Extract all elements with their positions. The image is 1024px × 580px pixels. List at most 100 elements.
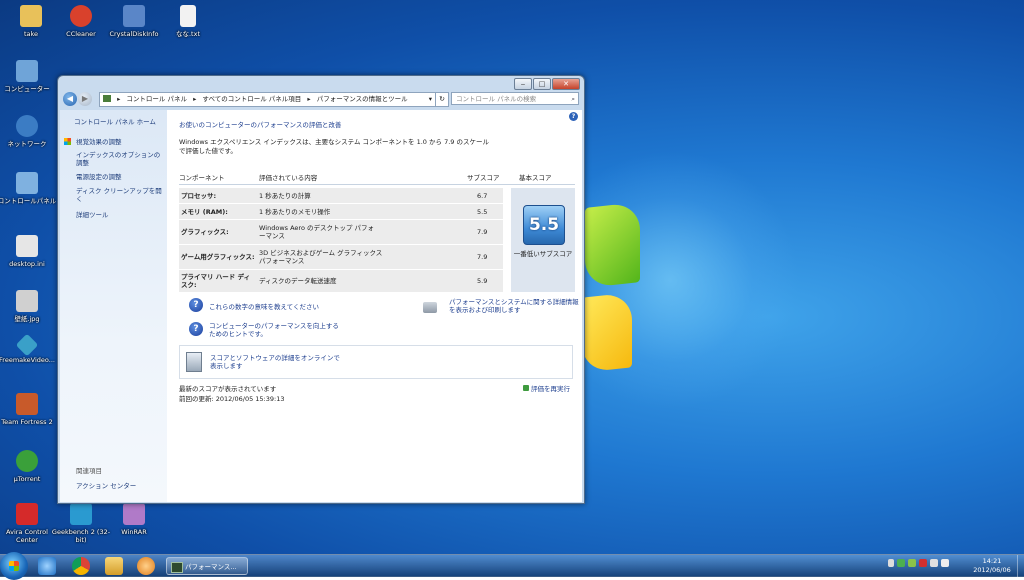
nav-visual-effects[interactable]: 視覚効果の調整: [76, 138, 166, 146]
desktop-icon-text-file[interactable]: なな.txt: [157, 5, 219, 38]
breadcrumb-sep-2[interactable]: ▸: [307, 95, 310, 103]
folder-icon: [20, 5, 42, 27]
help-icon[interactable]: ?: [569, 112, 578, 121]
component-name: プライマリ ハード ディスク:: [181, 273, 251, 289]
close-button[interactable]: ✕: [552, 78, 580, 90]
clock-time: 14:21: [982, 557, 1002, 565]
desktop-icon-freemake[interactable]: FreemakeVideo...: [0, 333, 58, 364]
desktop-icon-desktop-ini[interactable]: desktop.ini: [0, 235, 58, 268]
table-row: メモリ (RAM): 1 秒あたりのメモリ操作 5.5: [179, 204, 503, 220]
minimize-button[interactable]: ‒: [514, 78, 532, 90]
tray-update-icon[interactable]: [908, 559, 916, 567]
system-tray: [888, 559, 952, 567]
question-icon: ?: [189, 298, 203, 312]
subscore-value: 7.9: [477, 228, 488, 236]
rerun-label: 評価を再実行: [531, 385, 570, 393]
window-controls: ‒ □ ✕: [513, 78, 580, 90]
refresh-button[interactable]: ↻: [435, 92, 449, 107]
windows-logo-green-pane: [585, 202, 640, 288]
page-title: お使いのコンピューターのパフォーマンスの評価と改善: [179, 121, 342, 129]
rating-description: 1 秒あたりのメモリ操作: [259, 208, 331, 216]
window-body: コントロール パネル ホーム 視覚効果の調整 インデックスのオプションの調整 電…: [60, 110, 582, 502]
see-also-title: 関連項目: [76, 467, 102, 475]
desktop-icon-utorrent[interactable]: µTorrent: [0, 450, 58, 483]
desktop-icon-network[interactable]: ネットワーク: [0, 115, 58, 148]
subscore-value: 6.7: [477, 192, 488, 200]
windows-flag-icon: [9, 561, 19, 571]
network-tray-icon[interactable]: [930, 559, 938, 567]
rerun-assessment-link[interactable]: 評価を再実行: [523, 385, 570, 393]
internet-explorer-icon[interactable]: [38, 557, 56, 575]
forward-button[interactable]: ▶: [78, 92, 92, 106]
back-button[interactable]: ◀: [63, 92, 77, 106]
volume-icon[interactable]: [941, 559, 949, 567]
text-file-icon: [180, 5, 196, 27]
address-bar[interactable]: ▸ コントロール パネル ▸ すべてのコントロール パネル項目 ▸ パフォーマン…: [99, 92, 439, 107]
page-description: Windows エクスペリエンス インデックスは、主要なシステム コンポーネント…: [179, 138, 489, 155]
score-status-text: 最新のスコアが表示されています: [179, 385, 277, 393]
desktop-icon-winrar[interactable]: WinRAR: [103, 503, 165, 536]
nav-action-center[interactable]: アクション センター: [76, 482, 166, 490]
search-input[interactable]: コントロール パネルの検索 ⌕: [451, 92, 579, 105]
tf2-icon: [16, 393, 38, 415]
column-header-rating: 評価されている内容: [259, 174, 318, 182]
avira-icon: [16, 503, 38, 525]
maximize-button[interactable]: □: [533, 78, 551, 90]
desktop-icon-computer[interactable]: コンピューター: [0, 60, 58, 93]
breadcrumb-control-panel[interactable]: コントロール パネル: [126, 95, 187, 103]
printer-icon: [423, 302, 437, 313]
desktop-icon-wallpaper[interactable]: 壁紙.jpg: [0, 290, 58, 323]
image-file-icon: [16, 290, 38, 312]
computer-icon: [16, 60, 38, 82]
left-nav-pane: コントロール パネル ホーム 視覚効果の調整 インデックスのオプションの調整 電…: [60, 110, 167, 502]
online-details-box: スコアとソフトウェアの詳細をオンラインで表示します: [179, 345, 573, 379]
nav-disk-cleanup[interactable]: ディスク クリーンアップを開く: [76, 187, 164, 203]
breadcrumb-sep-1[interactable]: ▸: [193, 95, 196, 103]
print-details-link[interactable]: パフォーマンスとシステムに関する詳細情報を表示および印刷します: [449, 298, 579, 314]
tray-app-icon[interactable]: [897, 559, 905, 567]
address-dropdown[interactable]: ▾: [429, 93, 432, 106]
scores-meaning-link[interactable]: これらの数字の意味を教えてください: [209, 303, 319, 311]
subscore-value: 5.9: [477, 277, 488, 285]
desktop-icon-control-panel[interactable]: コントロールパネル: [0, 172, 58, 205]
breadcrumb-all-items[interactable]: すべてのコントロール パネル項目: [202, 95, 301, 103]
avira-tray-icon[interactable]: [919, 559, 927, 567]
nav-control-panel-home[interactable]: コントロール パネル ホーム: [74, 118, 164, 126]
explorer-folder-icon[interactable]: [105, 557, 123, 575]
freemake-icon: [15, 333, 39, 357]
question-icon: ?: [189, 322, 203, 336]
desktop-icon-crystaldiskinfo[interactable]: CrystalDiskInfo: [103, 5, 165, 38]
desktop-icon-team-fortress[interactable]: Team Fortress 2: [0, 393, 58, 426]
windows-logo-yellow-pane: [582, 292, 632, 373]
table-row: ゲーム用グラフィックス: 3D ビジネスおよびゲーム グラフィックスパフォーマン…: [179, 245, 503, 270]
taskbar-item-performance[interactable]: パフォーマンス...: [166, 557, 248, 575]
tray-expand-icon[interactable]: [888, 559, 894, 567]
subscore-value: 7.9: [477, 253, 488, 261]
utorrent-icon: [16, 450, 38, 472]
rating-description: 3D ビジネスおよびゲーム グラフィックスパフォーマンス: [259, 249, 383, 265]
nav-power-settings[interactable]: 電源設定の調整: [76, 173, 166, 181]
performance-tips-link[interactable]: コンピューターのパフォーマンスを向上するためのヒントです。: [209, 322, 339, 338]
geekbench-icon: [70, 503, 92, 525]
nav-indexing-options[interactable]: インデックスのオプションの調整: [76, 151, 162, 167]
window-titlebar[interactable]: ‒ □ ✕: [58, 76, 584, 90]
table-row: プライマリ ハード ディスク: ディスクのデータ転送速度 5.9: [179, 270, 503, 293]
search-placeholder: コントロール パネルの検索: [456, 95, 537, 103]
show-desktop-button[interactable]: [1017, 555, 1024, 577]
disk-icon: [123, 5, 145, 27]
table-row: グラフィックス: Windows Aero のデスクトップ パフォーマンス 7.…: [179, 220, 503, 245]
column-header-base-score: 基本スコア: [519, 174, 552, 182]
taskbar-clock[interactable]: 14:21 2012/06/06: [968, 557, 1016, 575]
chrome-icon[interactable]: [72, 557, 90, 575]
control-panel-icon: [16, 172, 38, 194]
nav-advanced-tools[interactable]: 詳細ツール: [76, 211, 166, 219]
column-header-subscore: サブスコア: [467, 174, 500, 182]
shield-icon: [64, 138, 71, 145]
software-box-icon: [186, 352, 202, 372]
media-player-icon[interactable]: [137, 557, 155, 575]
last-update-text: 前回の更新: 2012/06/05 15:39:13: [179, 395, 285, 403]
search-icon: ⌕: [571, 95, 575, 103]
online-details-link[interactable]: スコアとソフトウェアの詳細をオンラインで表示します: [210, 354, 340, 370]
breadcrumb-performance[interactable]: パフォーマンスの情報とツール: [317, 95, 408, 103]
breadcrumb-sep-0[interactable]: ▸: [117, 95, 120, 103]
